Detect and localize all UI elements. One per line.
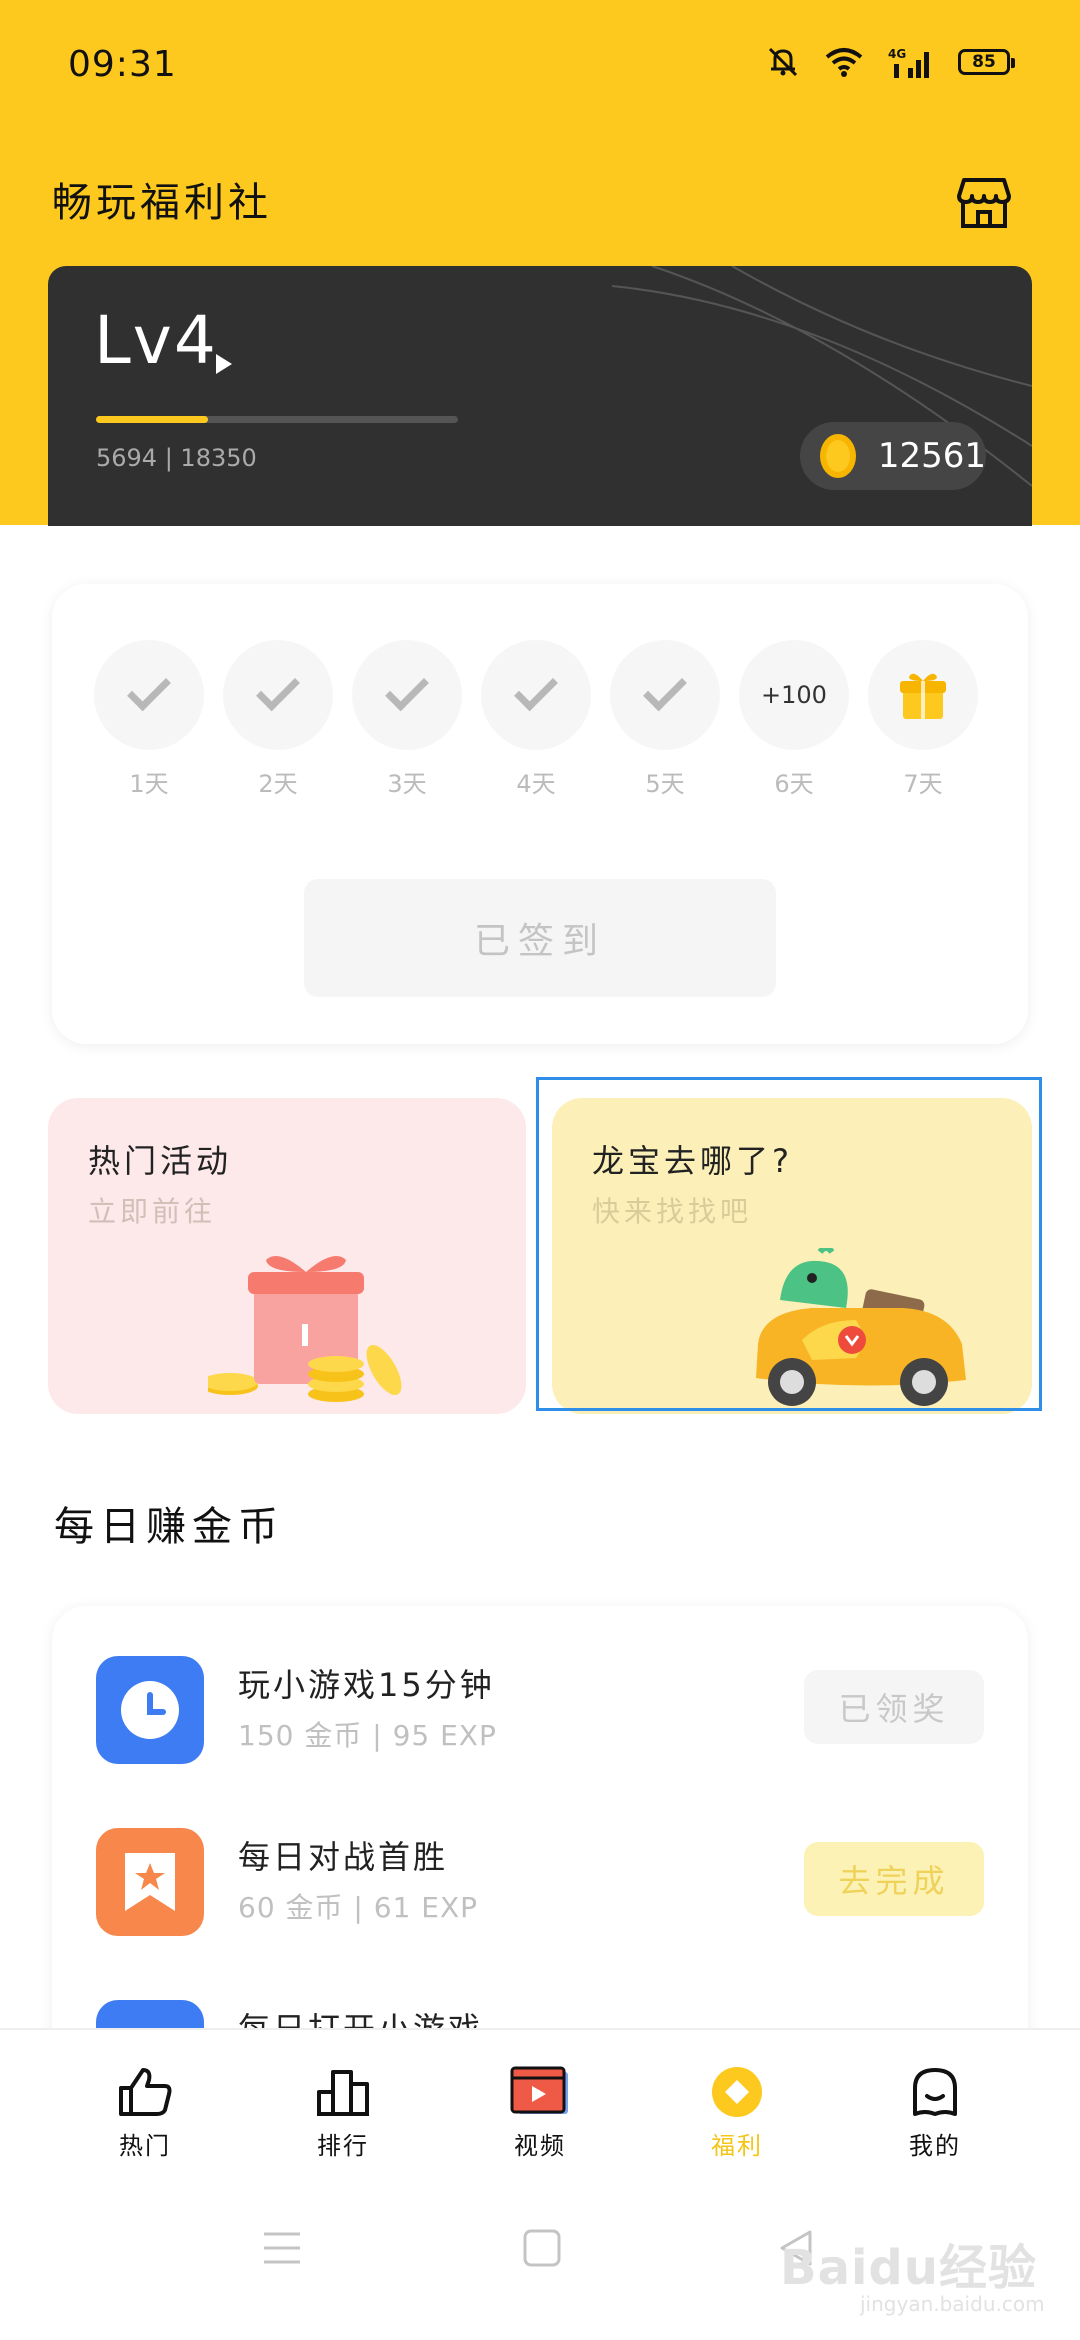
- check-icon: [643, 667, 687, 712]
- tab-label: 我的: [909, 2132, 961, 2160]
- signin-day-4: 4天: [481, 640, 591, 799]
- tab-profile[interactable]: 我的: [875, 2066, 995, 2161]
- level-label: Lv4: [94, 302, 218, 379]
- check-icon: [256, 667, 300, 712]
- store-icon[interactable]: [954, 172, 1014, 232]
- tab-ranking[interactable]: 排行: [283, 2066, 403, 2161]
- day-label: 6天: [774, 770, 814, 798]
- level-arrow-icon[interactable]: [216, 354, 232, 374]
- tab-label: 视频: [514, 2132, 566, 2160]
- task-reward: 60 金币 | 61 EXP: [238, 1891, 479, 1924]
- bottom-tab-bar: 热门 排行 视频 福利 我的: [0, 2028, 1080, 2198]
- day-label: 7天: [903, 770, 943, 798]
- video-icon: [510, 2066, 568, 2114]
- mute-bell-icon: [766, 47, 800, 77]
- status-time: 09:31: [68, 44, 177, 85]
- tab-label: 福利: [711, 2132, 763, 2160]
- task-row: 每日对战首胜 60 金币 | 61 EXP 去完成: [52, 1828, 1028, 1978]
- signin-day-2: 2天: [223, 640, 333, 799]
- watermark-url: jingyan.baidu.com: [860, 2292, 1045, 2316]
- signin-day-1: 1天: [94, 640, 204, 799]
- task-title: 玩小游戏15分钟: [238, 1666, 495, 1704]
- day-label: 2天: [258, 770, 298, 798]
- signin-day-7: 7天: [868, 640, 978, 799]
- check-icon: [385, 667, 429, 712]
- exp-progress-bar: [96, 416, 458, 423]
- go-complete-button[interactable]: 去完成: [804, 1842, 984, 1916]
- task-title: 每日对战首胜: [238, 1838, 449, 1876]
- exp-text: 5694 | 18350: [96, 444, 257, 472]
- network-type-text: 4G: [888, 47, 906, 61]
- tab-label: 排行: [317, 2132, 369, 2160]
- coin-icon: [820, 434, 856, 478]
- battery-icon: 85: [958, 49, 1015, 75]
- task-reward: 150 金币 | 95 EXP: [238, 1719, 497, 1752]
- signin-day-6: +100 6天: [739, 640, 849, 799]
- task-row: 玩小游戏15分钟 150 金币 | 95 EXP 已领奖: [52, 1656, 1028, 1806]
- exp-progress-fill: [96, 416, 209, 423]
- thumbs-up-icon: [119, 2068, 172, 2116]
- tab-hot[interactable]: 热门: [85, 2066, 205, 2161]
- status-bar: 09:31 4G 85: [0, 0, 1080, 130]
- check-icon: [127, 667, 171, 712]
- check-icon: [514, 667, 558, 712]
- clock-icon: [96, 1656, 204, 1764]
- promo-subtitle: 立即前往: [88, 1195, 217, 1228]
- tab-label: 热门: [119, 2132, 171, 2160]
- level-card[interactable]: Lv4 5694 | 18350 12561: [48, 266, 1032, 526]
- menu-icon[interactable]: [262, 2230, 302, 2266]
- coin-value: 12561: [877, 436, 986, 476]
- signal-icon: 4G: [888, 46, 934, 78]
- day-label: 3天: [387, 770, 427, 798]
- signed-in-button[interactable]: 已签到: [304, 879, 776, 997]
- signin-day-3: 3天: [352, 640, 462, 799]
- gift-box-illustration: [208, 1256, 402, 1402]
- claimed-button[interactable]: 已领奖: [804, 1670, 984, 1744]
- signin-day-5: 5天: [610, 640, 720, 799]
- bonus-amount: +100: [761, 681, 827, 709]
- tab-video[interactable]: 视频: [480, 2066, 600, 2161]
- section-title: 每日赚金币: [54, 1504, 284, 1550]
- day-label: 1天: [129, 770, 169, 798]
- tab-welfare[interactable]: 福利: [677, 2066, 797, 2161]
- coin-icon: [712, 2067, 762, 2117]
- battery-level: 85: [972, 52, 996, 72]
- home-icon[interactable]: [522, 2228, 562, 2268]
- day-label: 5天: [645, 770, 685, 798]
- promo-title: 热门活动: [88, 1142, 233, 1180]
- wifi-icon: [824, 47, 864, 77]
- profile-icon: [913, 2068, 957, 2116]
- day-label: 4天: [516, 770, 556, 798]
- signin-days: 1天 2天 3天 4天 5天 +100 6天 7天: [94, 640, 994, 798]
- gift-icon: [900, 673, 946, 719]
- ranking-icon: [317, 2070, 369, 2116]
- status-icons: 4G 85: [766, 46, 1015, 78]
- signin-card: 1天 2天 3天 4天 5天 +100 6天 7天 已签到: [52, 584, 1028, 1044]
- promo-hot-activity[interactable]: 热门活动 立即前往: [48, 1098, 526, 1414]
- star-bookmark-icon: [96, 1828, 204, 1936]
- selection-highlight: [536, 1077, 1042, 1411]
- page-title: 畅玩福利社: [52, 180, 272, 226]
- watermark-logo: Baidu经验: [780, 2240, 1037, 2296]
- coin-balance[interactable]: 12561: [800, 422, 986, 490]
